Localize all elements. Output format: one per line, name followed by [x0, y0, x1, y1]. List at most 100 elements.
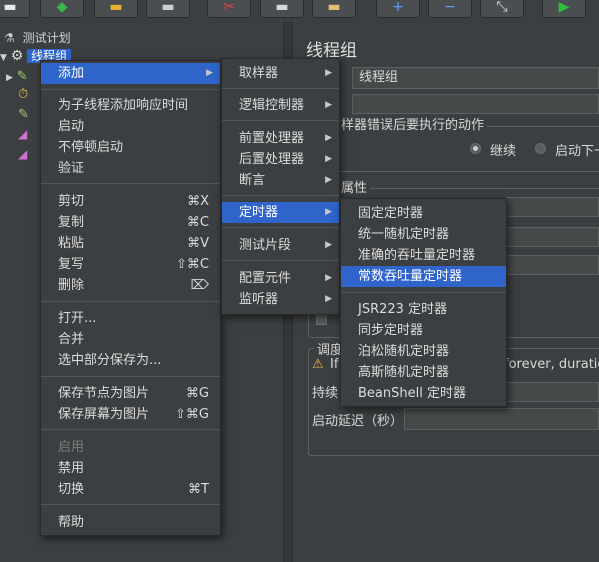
- startup-delay-field[interactable]: [404, 408, 599, 430]
- timer-item-poisson-random[interactable]: 泊松随机定时器: [341, 341, 506, 362]
- menu-item-save-screen-image[interactable]: 保存屏幕为图片 ⇧⌘G: [41, 404, 220, 425]
- tree-child-sampler[interactable]: ▶ ✎: [6, 67, 28, 85]
- flask-icon: ⚗: [4, 31, 15, 45]
- warning-text: If: [330, 357, 339, 372]
- pipette-icon: ✎: [18, 107, 29, 122]
- submenu-item-config-element[interactable]: 配置元件 ▶: [222, 268, 339, 289]
- menu-item-save-node-image[interactable]: 保存节点为图片 ⌘G: [41, 383, 220, 404]
- loop-count-field[interactable]: [506, 255, 599, 275]
- copy-icon[interactable]: ▬: [260, 0, 304, 18]
- menu-separator: [41, 89, 220, 90]
- menu-separator: [222, 195, 339, 196]
- paste-icon[interactable]: ▬: [312, 0, 356, 18]
- menu-item-open[interactable]: 打开...: [41, 308, 220, 329]
- threads-field[interactable]: [506, 197, 599, 217]
- submenu-item-sampler[interactable]: 取样器 ▶: [222, 63, 339, 84]
- timer-item-gaussian-random[interactable]: 高斯随机定时器: [341, 362, 506, 383]
- submenu-item-test-fragment[interactable]: 测试片段 ▶: [222, 235, 339, 256]
- menu-separator: [222, 260, 339, 261]
- menu-item-duplicate[interactable]: 复写 ⇧⌘C: [41, 254, 220, 275]
- start-icon[interactable]: ▶: [542, 0, 586, 18]
- scheduler-checkbox[interactable]: [316, 314, 327, 325]
- warning-icon: ⚠: [312, 357, 324, 372]
- timer-item-constant-throughput[interactable]: 常数吞吐量定时器: [341, 266, 506, 287]
- continue-label: 继续: [490, 144, 517, 159]
- start-next-label: 启动下一: [555, 144, 599, 159]
- timer-submenu: 固定定时器 统一随机定时器 准确的吞吐量定时器 常数吞吐量定时器 JSR223 …: [340, 198, 507, 407]
- menu-separator: [341, 292, 506, 293]
- timer-item-precise-throughput[interactable]: 准确的吞吐量定时器: [341, 245, 506, 266]
- submenu-item-listener[interactable]: 监听器 ▶: [222, 289, 339, 310]
- gear-icon: ⚙: [10, 48, 24, 64]
- comments-field[interactable]: [352, 94, 599, 114]
- menu-separator: [222, 88, 339, 89]
- submenu-arrow-icon: ▶: [325, 100, 332, 110]
- menu-separator: [41, 504, 220, 505]
- menu-separator: [41, 183, 220, 184]
- chart-icon: ◢: [18, 127, 28, 141]
- menu-item-cut[interactable]: 剪切 ⌘X: [41, 191, 220, 212]
- start-next-radio[interactable]: [535, 143, 546, 154]
- timer-item-jsr223[interactable]: JSR223 定时器: [341, 299, 506, 320]
- timer-item-constant[interactable]: 固定定时器: [341, 203, 506, 224]
- context-menu: 添加 ▶ 为子线程添加响应时间 启动 不停顿启动 验证 剪切 ⌘X 复制 ⌘C 粘贴 ⌘…: [40, 60, 221, 536]
- menu-separator: [222, 120, 339, 121]
- menu-item-add[interactable]: 添加 ▶: [41, 63, 220, 84]
- warning-text-tail: forever, duratio: [504, 357, 599, 372]
- timer-item-uniform-random[interactable]: 统一随机定时器: [341, 224, 506, 245]
- menu-item-disable[interactable]: 禁用: [41, 458, 220, 479]
- submenu-arrow-icon: ▶: [325, 175, 332, 185]
- startup-delay-label: 启动延迟（秒）: [312, 414, 404, 429]
- duration-label: 持续: [312, 386, 339, 401]
- save-icon[interactable]: ▬: [146, 0, 190, 18]
- menu-item-help[interactable]: 帮助: [41, 512, 220, 533]
- open-icon[interactable]: ▬: [94, 0, 138, 18]
- tree-child-sampler-2[interactable]: ✎: [18, 105, 29, 123]
- submenu-arrow-icon: ▶: [325, 68, 332, 78]
- menu-item-start[interactable]: 启动: [41, 116, 220, 137]
- toggle-icon[interactable]: ⤡: [480, 0, 524, 18]
- continue-radio[interactable]: [470, 143, 481, 154]
- submenu-item-timer[interactable]: 定时器 ▶: [222, 202, 339, 223]
- submenu-arrow-icon: ▶: [325, 294, 332, 304]
- templates-icon[interactable]: ◆: [40, 0, 84, 18]
- submenu-item-logic-controller[interactable]: 逻辑控制器 ▶: [222, 95, 339, 116]
- timer-item-synchronizing[interactable]: 同步定时器: [341, 320, 506, 341]
- collapse-arrow-icon[interactable]: ▶: [6, 73, 13, 83]
- submenu-item-pre-processor[interactable]: 前置处理器 ▶: [222, 128, 339, 149]
- chart-icon: ◢: [18, 147, 28, 161]
- tree-child-listener-2[interactable]: ◢: [18, 145, 27, 163]
- name-field[interactable]: 线程组: [352, 67, 599, 89]
- duration-field[interactable]: [506, 382, 599, 402]
- submenu-arrow-icon: ▶: [325, 273, 332, 283]
- tree-child-timer[interactable]: ⏱: [18, 85, 28, 103]
- menu-item-save-selection-as[interactable]: 选中部分保存为...: [41, 350, 220, 371]
- properties-label: 属性: [338, 177, 371, 196]
- pipette-icon: ✎: [16, 69, 28, 84]
- menu-item-paste[interactable]: 粘贴 ⌘V: [41, 233, 220, 254]
- submenu-item-assertion[interactable]: 断言 ▶: [222, 170, 339, 191]
- menu-separator: [222, 227, 339, 228]
- menu-separator: [41, 376, 220, 377]
- menu-item-add-response-time[interactable]: 为子线程添加响应时间: [41, 95, 220, 116]
- menu-item-merge[interactable]: 合并: [41, 329, 220, 350]
- error-action-label: 样器错误后要执行的动作: [338, 114, 488, 133]
- menu-item-start-no-pause[interactable]: 不停顿启动: [41, 137, 220, 158]
- menu-item-delete[interactable]: 删除 ⌦: [41, 275, 220, 296]
- collapse-icon[interactable]: −: [428, 0, 472, 18]
- tree-child-listener[interactable]: ◢: [18, 125, 27, 143]
- cut-icon[interactable]: ✂: [207, 0, 251, 18]
- submenu-arrow-icon: ▶: [325, 154, 332, 164]
- submenu-item-post-processor[interactable]: 后置处理器 ▶: [222, 149, 339, 170]
- new-icon[interactable]: ▬: [0, 0, 30, 18]
- menu-item-validate[interactable]: 验证: [41, 158, 220, 179]
- timer-item-beanshell[interactable]: BeanShell 定时器: [341, 383, 506, 404]
- expand-icon[interactable]: +: [376, 0, 420, 18]
- ramp-up-field[interactable]: [506, 227, 599, 247]
- stopwatch-icon: ⏱: [18, 87, 29, 102]
- menu-item-copy[interactable]: 复制 ⌘C: [41, 212, 220, 233]
- tree-item-test-plan[interactable]: ⚗ 测试计划: [4, 29, 71, 47]
- menu-item-toggle[interactable]: 切换 ⌘T: [41, 479, 220, 500]
- expand-arrow-icon[interactable]: ▼: [0, 53, 7, 63]
- menu-separator: [41, 301, 220, 302]
